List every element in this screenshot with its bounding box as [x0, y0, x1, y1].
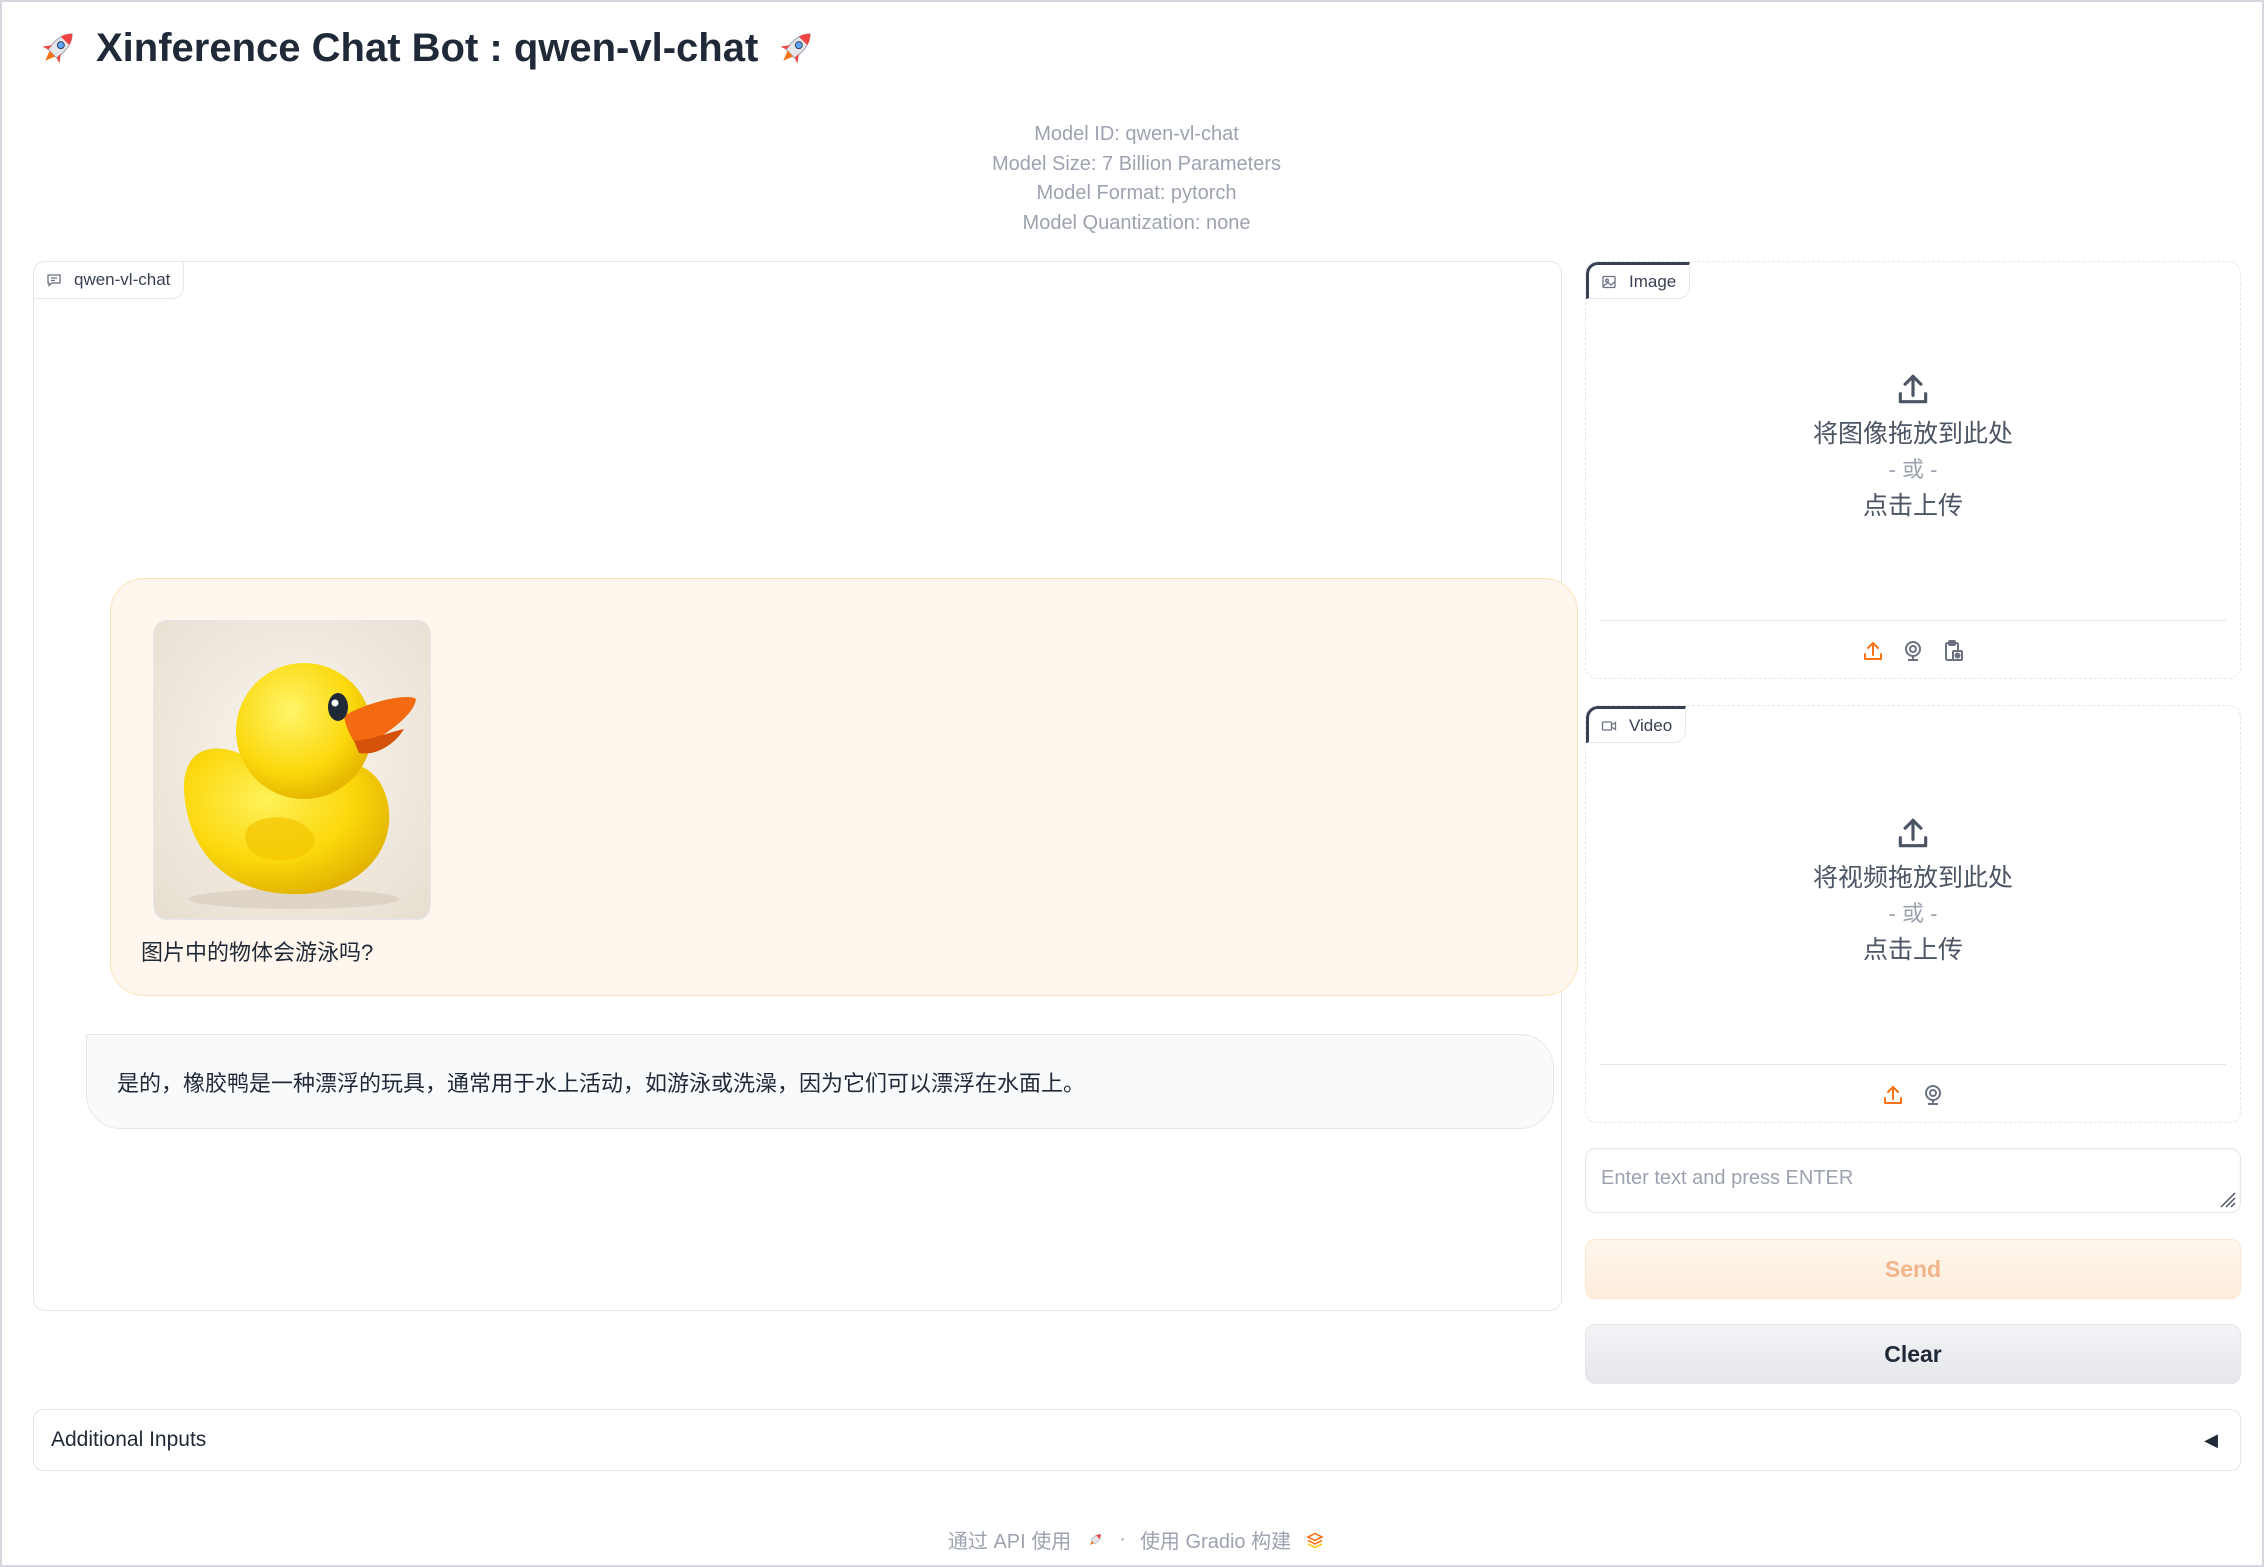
model-info: Model ID: qwen-vl-chat Model Size: 7 Bil…	[0, 120, 2264, 238]
bot-message-text: 是的，橡胶鸭是一种漂浮的玩具，通常用于水上活动，如游泳或洗澡，因为它们可以漂浮在…	[117, 1070, 1086, 1096]
chatbot-panel[interactable]: qwen-vl-chat 图片中的物体会游泳吗? 是的，橡胶鸭是一种漂浮的玩具，…	[33, 261, 1578, 1311]
message-input-wrapper	[1585, 1148, 2241, 1213]
chatbot-label: qwen-vl-chat	[34, 262, 185, 299]
upload-icon	[1898, 818, 1928, 848]
image-icon	[1602, 275, 1616, 288]
video-drop-text: 将视频拖放到此处	[1812, 864, 2013, 892]
rocket-icon	[1090, 1533, 1102, 1545]
send-button[interactable]: Send	[1585, 1239, 2241, 1299]
rubber-duck-image[interactable]	[153, 620, 431, 920]
webcam-icon[interactable]	[1901, 639, 1925, 663]
image-upload-panel[interactable]: Image 将图像拖放到此处 - 或 - 点击上传	[1585, 261, 2241, 679]
model-quantization: Model Quantization: none	[1022, 211, 1251, 234]
user-message-text: 图片中的物体会游泳吗?	[141, 940, 374, 965]
upload-icon	[1898, 374, 1928, 404]
model-size: Model Size: 7 Billion Parameters	[991, 152, 1281, 175]
video-or-text: - 或 -	[1888, 901, 1938, 926]
api-link[interactable]: 通过 API 使用	[948, 1525, 1071, 1554]
clear-button[interactable]: Clear	[1585, 1324, 2241, 1384]
video-label: Video	[1586, 706, 1687, 743]
image-drop-text: 将图像拖放到此处	[1812, 420, 2013, 448]
rocket-icon	[34, 24, 82, 72]
model-format: Model Format: pytorch	[1036, 182, 1237, 204]
webcam-icon[interactable]	[1921, 1083, 1945, 1107]
image-label-text: Image	[1629, 271, 1677, 291]
chat-icon	[47, 274, 61, 287]
upload-icon[interactable]	[1881, 1083, 1905, 1107]
video-source-bar	[1600, 1064, 2226, 1124]
video-icon	[1601, 720, 1617, 731]
resize-handle-icon[interactable]	[2218, 1190, 2236, 1208]
caret-left-icon[interactable]: ◀	[2204, 1430, 2218, 1451]
image-source-bar	[1600, 620, 2226, 680]
footer-separator: ·	[1119, 1528, 1126, 1550]
message-input[interactable]	[1586, 1149, 2240, 1212]
gradio-link[interactable]: 使用 Gradio 构建	[1140, 1525, 1291, 1554]
user-message: 图片中的物体会游泳吗?	[110, 578, 1578, 996]
model-id: Model ID: qwen-vl-chat	[1034, 123, 1239, 145]
rocket-icon	[772, 24, 820, 72]
image-or-text: - 或 -	[1888, 457, 1938, 482]
accordion-label: Additional Inputs	[51, 1428, 207, 1451]
chatbot-label-text: qwen-vl-chat	[74, 270, 171, 289]
additional-inputs-accordion[interactable]: Additional Inputs ◀	[33, 1409, 2241, 1471]
gradio-logo-icon	[1306, 1532, 1324, 1548]
clipboard-icon[interactable]	[1941, 639, 1965, 663]
video-label-text: Video	[1629, 715, 1673, 735]
video-click-text[interactable]: 点击上传	[1863, 932, 1963, 968]
upload-icon[interactable]	[1861, 639, 1885, 663]
image-label: Image	[1586, 262, 1691, 299]
footer: 通过 API 使用 · 使用 Gradio 构建	[0, 1525, 2264, 1554]
page-title: Xinference Chat Bot : qwen-vl-chat	[96, 25, 759, 70]
video-upload-panel[interactable]: Video 将视频拖放到此处 - 或 - 点击上传	[1585, 705, 2241, 1123]
image-click-text[interactable]: 点击上传	[1863, 488, 1963, 524]
image-dropzone[interactable]: 将图像拖放到此处 - 或 - 点击上传	[1586, 370, 2240, 524]
bot-message: 是的，橡胶鸭是一种漂浮的玩具，通常用于水上活动，如游泳或洗澡，因为它们可以漂浮在…	[86, 1034, 1554, 1129]
page-header: Xinference Chat Bot : qwen-vl-chat	[34, 20, 820, 76]
video-dropzone[interactable]: 将视频拖放到此处 - 或 - 点击上传	[1586, 814, 2240, 968]
